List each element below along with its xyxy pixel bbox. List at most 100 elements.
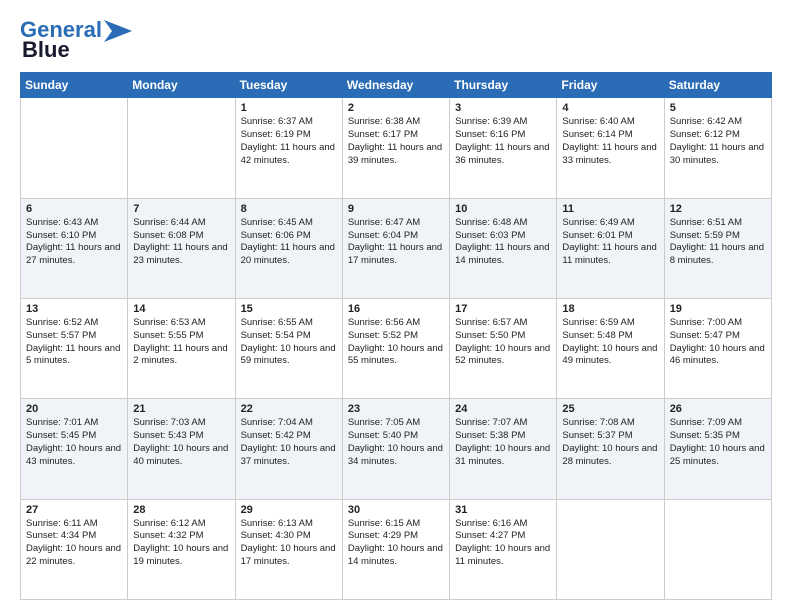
cell-text: Daylight: 10 hours and 14 minutes. [348,543,444,569]
cell-text: Sunset: 4:29 PM [348,530,444,543]
cell-text: Sunrise: 7:01 AM [26,417,122,430]
cell-text: Daylight: 10 hours and 19 minutes. [133,543,229,569]
day-number: 11 [562,203,658,215]
cell-text: Daylight: 10 hours and 40 minutes. [133,443,229,469]
cell-text: Sunrise: 6:38 AM [348,116,444,129]
table-row: 2Sunrise: 6:38 AMSunset: 6:17 PMDaylight… [342,98,449,198]
cell-text: Sunrise: 6:56 AM [348,317,444,330]
day-number: 19 [670,303,766,315]
day-number: 20 [26,403,122,415]
cell-text: Sunset: 6:16 PM [455,129,551,142]
calendar-week-row: 13Sunrise: 6:52 AMSunset: 5:57 PMDayligh… [21,299,772,399]
cell-text: Sunset: 5:47 PM [670,330,766,343]
page: General Blue Sunday Monday Tuesday Wedne… [0,0,792,612]
cell-text: Sunset: 6:01 PM [562,230,658,243]
cell-text: Sunset: 5:42 PM [241,430,337,443]
table-row: 23Sunrise: 7:05 AMSunset: 5:40 PMDayligh… [342,399,449,499]
day-number: 14 [133,303,229,315]
day-number: 13 [26,303,122,315]
cell-text: Daylight: 11 hours and 8 minutes. [670,242,766,268]
day-number: 3 [455,102,551,114]
cell-text: Sunrise: 6:55 AM [241,317,337,330]
day-number: 30 [348,504,444,516]
cell-text: Sunrise: 6:37 AM [241,116,337,129]
cell-text: Sunset: 6:10 PM [26,230,122,243]
cell-text: Daylight: 10 hours and 34 minutes. [348,443,444,469]
logo: General Blue [20,18,132,62]
table-row: 25Sunrise: 7:08 AMSunset: 5:37 PMDayligh… [557,399,664,499]
cell-text: Sunset: 6:08 PM [133,230,229,243]
cell-text: Daylight: 10 hours and 43 minutes. [26,443,122,469]
cell-text: Sunrise: 7:00 AM [670,317,766,330]
day-number: 15 [241,303,337,315]
day-number: 17 [455,303,551,315]
cell-text: Daylight: 11 hours and 42 minutes. [241,142,337,168]
cell-text: Daylight: 11 hours and 23 minutes. [133,242,229,268]
day-number: 27 [26,504,122,516]
cell-text: Daylight: 10 hours and 11 minutes. [455,543,551,569]
day-number: 16 [348,303,444,315]
table-row: 8Sunrise: 6:45 AMSunset: 6:06 PMDaylight… [235,198,342,298]
calendar-table: Sunday Monday Tuesday Wednesday Thursday… [20,72,772,600]
header-thursday: Thursday [450,73,557,98]
cell-text: Sunset: 5:52 PM [348,330,444,343]
weekday-header-row: Sunday Monday Tuesday Wednesday Thursday… [21,73,772,98]
cell-text: Daylight: 11 hours and 20 minutes. [241,242,337,268]
cell-text: Sunset: 4:32 PM [133,530,229,543]
day-number: 2 [348,102,444,114]
cell-text: Daylight: 10 hours and 49 minutes. [562,343,658,369]
cell-text: Sunrise: 6:43 AM [26,217,122,230]
table-row: 6Sunrise: 6:43 AMSunset: 6:10 PMDaylight… [21,198,128,298]
cell-text: Daylight: 10 hours and 25 minutes. [670,443,766,469]
cell-text: Sunset: 5:50 PM [455,330,551,343]
table-row [664,499,771,599]
table-row: 12Sunrise: 6:51 AMSunset: 5:59 PMDayligh… [664,198,771,298]
day-number: 21 [133,403,229,415]
day-number: 9 [348,203,444,215]
table-row: 24Sunrise: 7:07 AMSunset: 5:38 PMDayligh… [450,399,557,499]
table-row: 26Sunrise: 7:09 AMSunset: 5:35 PMDayligh… [664,399,771,499]
cell-text: Daylight: 10 hours and 52 minutes. [455,343,551,369]
cell-text: Daylight: 11 hours and 5 minutes. [26,343,122,369]
table-row: 16Sunrise: 6:56 AMSunset: 5:52 PMDayligh… [342,299,449,399]
cell-text: Sunset: 6:12 PM [670,129,766,142]
cell-text: Daylight: 10 hours and 17 minutes. [241,543,337,569]
cell-text: Sunset: 5:59 PM [670,230,766,243]
table-row: 11 Sunrise: 6:49 AMSunset: 6:01 PMDayligh… [557,198,664,298]
cell-text: Sunrise: 6:49 AM [562,217,658,230]
header: General Blue [20,18,772,62]
table-row [557,499,664,599]
day-number: 22 [241,403,337,415]
cell-text: Sunrise: 6:11 AM [26,518,122,531]
day-number: 1 [241,102,337,114]
cell-text: Sunrise: 6:48 AM [455,217,551,230]
header-sunday: Sunday [21,73,128,98]
cell-text: Sunrise: 6:47 AM [348,217,444,230]
day-number: 18 [562,303,658,315]
table-row: 31Sunrise: 6:16 AMSunset: 4:27 PMDayligh… [450,499,557,599]
cell-text: Sunset: 6:19 PM [241,129,337,142]
cell-text: Sunrise: 6:53 AM [133,317,229,330]
table-row: 7Sunrise: 6:44 AMSunset: 6:08 PMDaylight… [128,198,235,298]
cell-text: Sunrise: 7:08 AM [562,417,658,430]
cell-text: Sunset: 6:04 PM [348,230,444,243]
cell-text: Sunset: 5:35 PM [670,430,766,443]
cell-text: Daylight: 11 hours and 27 minutes. [26,242,122,268]
cell-text: Sunrise: 6:57 AM [455,317,551,330]
day-number: 31 [455,504,551,516]
table-row: 28Sunrise: 6:12 AMSunset: 4:32 PMDayligh… [128,499,235,599]
day-number: 24 [455,403,551,415]
day-number: 10 [455,203,551,215]
cell-text: Sunset: 6:17 PM [348,129,444,142]
cell-text: Sunrise: 7:03 AM [133,417,229,430]
table-row: 14Sunrise: 6:53 AMSunset: 5:55 PMDayligh… [128,299,235,399]
cell-text: Sunrise: 6:45 AM [241,217,337,230]
cell-text: Sunrise: 6:52 AM [26,317,122,330]
cell-text: Daylight: 11 hours and 11 minutes. [562,242,658,268]
table-row: 19Sunrise: 7:00 AMSunset: 5:47 PMDayligh… [664,299,771,399]
table-row: 22Sunrise: 7:04 AMSunset: 5:42 PMDayligh… [235,399,342,499]
table-row [21,98,128,198]
cell-text: Sunrise: 7:07 AM [455,417,551,430]
cell-text: Sunrise: 6:51 AM [670,217,766,230]
day-number: 7 [133,203,229,215]
